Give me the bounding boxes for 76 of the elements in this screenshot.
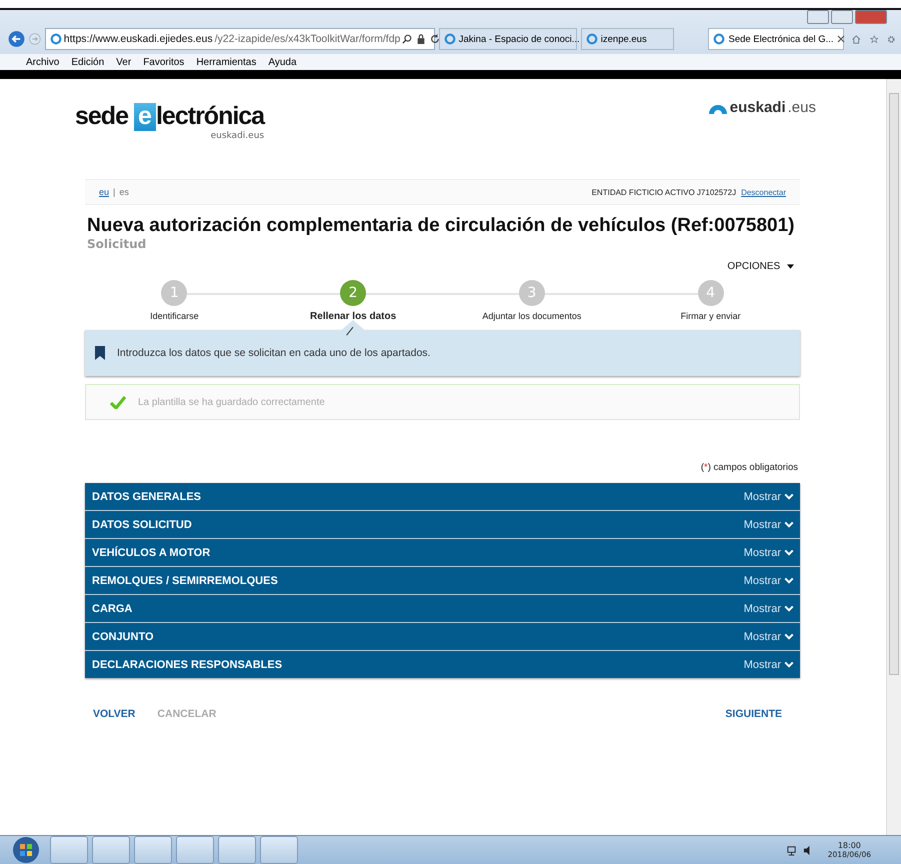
star-icon[interactable] (870, 32, 878, 46)
lock-icon (416, 34, 426, 44)
step-number: 2 (340, 280, 366, 306)
browser-icon (586, 33, 598, 45)
chevron-icon (784, 493, 794, 500)
menu-item[interactable]: Favoritos (143, 56, 184, 68)
show-toggle[interactable]: Mostrar (744, 490, 794, 502)
step-label: Firmar y enviar (680, 311, 741, 321)
show-toggle[interactable]: Mostrar (744, 658, 794, 670)
page-subtitle: Solicitud (87, 237, 148, 251)
section-header[interactable]: DATOS SOLICITUD Mostrar (85, 511, 800, 539)
section-title: DATOS GENERALES (92, 490, 201, 502)
bookmark-icon (95, 346, 105, 360)
show-toggle[interactable]: Mostrar (744, 602, 794, 614)
success-text: La plantilla se ha guardado correctamente (138, 396, 325, 408)
section-header[interactable]: DATOS GENERALES Mostrar (85, 483, 800, 511)
language-link[interactable]: eu (99, 187, 110, 197)
page-title: Nueva autorización complementaria de circulación de vehículos (Ref:0075801) (87, 215, 796, 237)
required-fields-note: (*) campos obligatorios (700, 462, 798, 473)
start-button[interactable] (12, 836, 40, 864)
menu-item[interactable]: Edición (71, 56, 104, 68)
chevron-icon (784, 577, 794, 584)
show-toggle[interactable]: Mostrar (744, 574, 794, 586)
section-title: CARGA (92, 602, 132, 614)
action-link[interactable]: SIGUIENTE (725, 708, 782, 720)
euskadi-logo[interactable]: euskadi.eus (708, 99, 816, 116)
section-title: REMOLQUES / SEMIRREMOLQUES (92, 574, 278, 586)
scrollbar[interactable] (886, 79, 901, 835)
step-label: Adjuntar los documentos (482, 311, 582, 321)
search-icon[interactable] (402, 34, 412, 44)
browser-icon (713, 33, 726, 45)
clock-time[interactable]: 18:00 (838, 840, 861, 850)
browser-icon (50, 33, 62, 45)
menu-item[interactable]: Ayuda (268, 56, 297, 68)
restore-button[interactable] (831, 10, 853, 24)
language-link[interactable]: es (119, 187, 129, 197)
logout-link[interactable]: Desconectar (741, 188, 786, 196)
chevron-icon (784, 633, 794, 640)
chevron-icon (784, 605, 794, 612)
chevron-icon (784, 661, 794, 668)
show-toggle[interactable]: Mostrar (744, 630, 794, 642)
chevron-icon (784, 521, 794, 528)
menu-item[interactable]: Herramientas (196, 56, 256, 68)
menu-item[interactable]: Archivo (26, 56, 60, 68)
section-title: CONJUNTO (92, 630, 154, 642)
browser-tab[interactable]: Sede Electrónica del G... (708, 28, 844, 50)
section-title: VEHÍCULOS A MOTOR (92, 546, 210, 558)
refresh-icon[interactable] (430, 34, 440, 44)
info-text: Introduzca los datos que se solicitan en cada uno de los apartados. (117, 347, 430, 359)
chevron-icon (784, 549, 794, 556)
section-header[interactable]: VEHÍCULOS A MOTOR Mostrar (85, 539, 800, 567)
show-toggle[interactable]: Mostrar (744, 546, 794, 558)
action-link[interactable]: VOLVER (93, 708, 136, 720)
step-label: Rellenar los datos (310, 311, 396, 322)
browser-tab[interactable]: izenpe.eus (580, 28, 674, 50)
home-icon[interactable] (852, 32, 861, 46)
browser-icon (444, 33, 456, 45)
caret-icon (787, 264, 794, 269)
options-menu[interactable]: OPCIONES (727, 261, 794, 272)
check-icon (110, 395, 126, 409)
section-header[interactable]: CONJUNTO Mostrar (85, 623, 800, 651)
section-title: DATOS SOLICITUD (92, 518, 192, 530)
close-icon[interactable] (836, 35, 845, 43)
section-header[interactable]: REMOLQUES / SEMIRREMOLQUES Mostrar (85, 567, 800, 595)
section-header[interactable]: CARGA Mostrar (85, 595, 800, 623)
show-toggle[interactable]: Mostrar (744, 518, 794, 530)
minimize-button[interactable] (807, 10, 829, 24)
menu-item[interactable]: Ver (116, 56, 132, 68)
entity-label: ENTIDAD FICTICIO ACTIVO J7102572J (592, 188, 736, 196)
browser-tab[interactable]: Jakina - Espacio de conoci... (438, 28, 577, 50)
section-title: DECLARACIONES RESPONSABLES (92, 658, 282, 670)
sede-electronica-logo[interactable]: sede e lectrónica euskadi.eus (75, 99, 264, 141)
separator: | (113, 187, 116, 197)
section-header[interactable]: DECLARACIONES RESPONSABLES Mostrar (85, 651, 800, 678)
network-icon[interactable] (786, 844, 797, 856)
step-label: Identificarse (150, 311, 199, 321)
